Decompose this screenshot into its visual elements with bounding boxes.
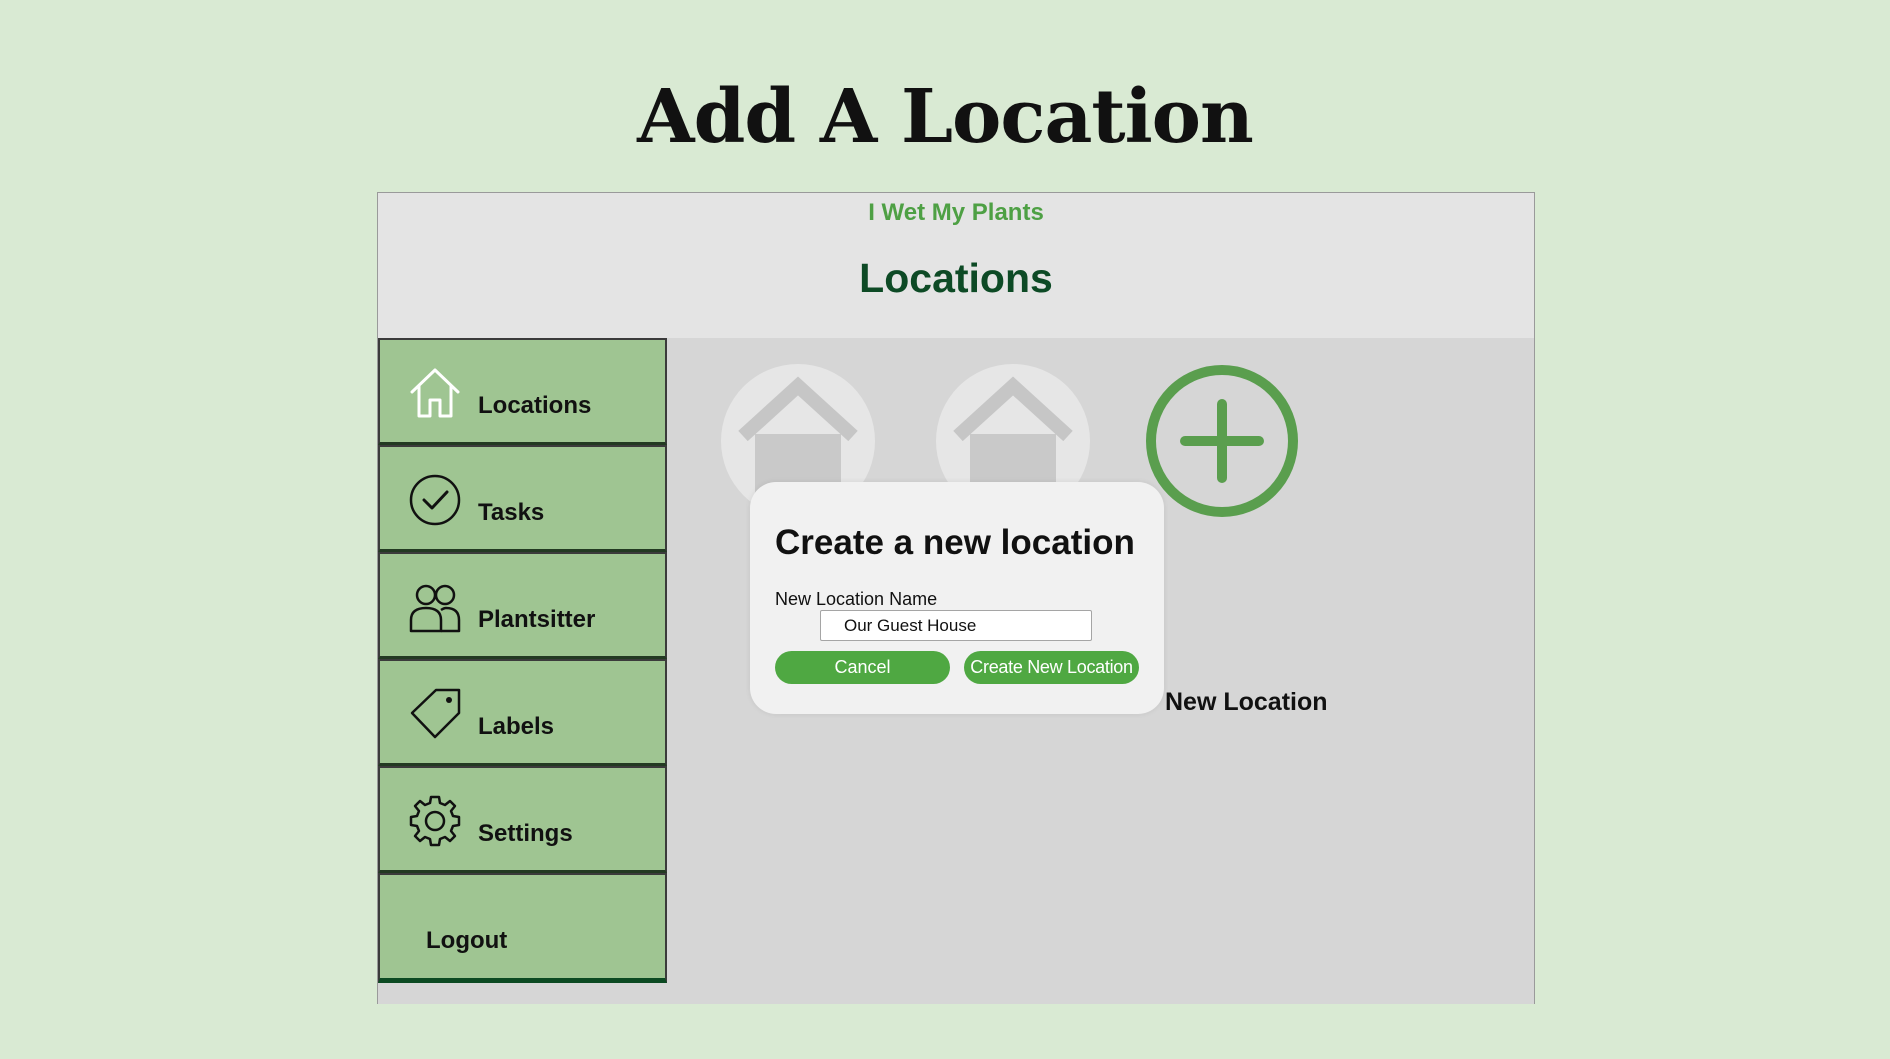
sidebar-item-label: Locations xyxy=(478,392,592,419)
cancel-button[interactable]: Cancel xyxy=(775,651,950,684)
sidebar-item-label: Tasks xyxy=(478,499,545,526)
sidebar-item-label: Labels xyxy=(478,713,555,740)
sidebar-item-tasks[interactable]: Tasks xyxy=(378,445,667,552)
sidebar-item-label: Plantsitter xyxy=(478,606,596,633)
sidebar-item-locations[interactable]: Locations xyxy=(378,338,667,445)
sidebar-item-label: Settings xyxy=(478,820,573,847)
app-name: I Wet My Plants xyxy=(868,199,1044,226)
create-location-dialog: Create a new location New Location Name … xyxy=(750,482,1164,714)
logout-button[interactable]: Logout xyxy=(378,873,667,983)
new-location-label[interactable]: New Location xyxy=(1165,687,1328,717)
create-new-location-button[interactable]: Create New Location xyxy=(964,651,1139,684)
sidebar-item-plantsitter[interactable]: Plantsitter xyxy=(378,552,667,659)
app-window: I Wet My Plants Locations New Location L… xyxy=(377,192,1535,1004)
sidebar-item-label: Logout xyxy=(426,927,508,954)
tag-icon xyxy=(410,688,461,739)
home-icon xyxy=(410,368,460,418)
sidebar: Locations Tasks Plantsitter Labels Setti… xyxy=(378,338,667,983)
location-name-input[interactable] xyxy=(820,610,1092,641)
location-name-label: New Location Name xyxy=(775,589,938,609)
slide-title: Add A Location xyxy=(637,74,1254,160)
sidebar-item-settings[interactable]: Settings xyxy=(378,766,667,873)
users-icon xyxy=(409,584,461,633)
plus-circle-icon[interactable] xyxy=(1145,364,1299,518)
page-title: Locations xyxy=(859,255,1053,301)
sidebar-item-labels[interactable]: Labels xyxy=(378,659,667,766)
gear-icon xyxy=(409,795,461,847)
dialog-title: Create a new location xyxy=(775,523,1135,562)
check-circle-icon xyxy=(409,474,461,526)
